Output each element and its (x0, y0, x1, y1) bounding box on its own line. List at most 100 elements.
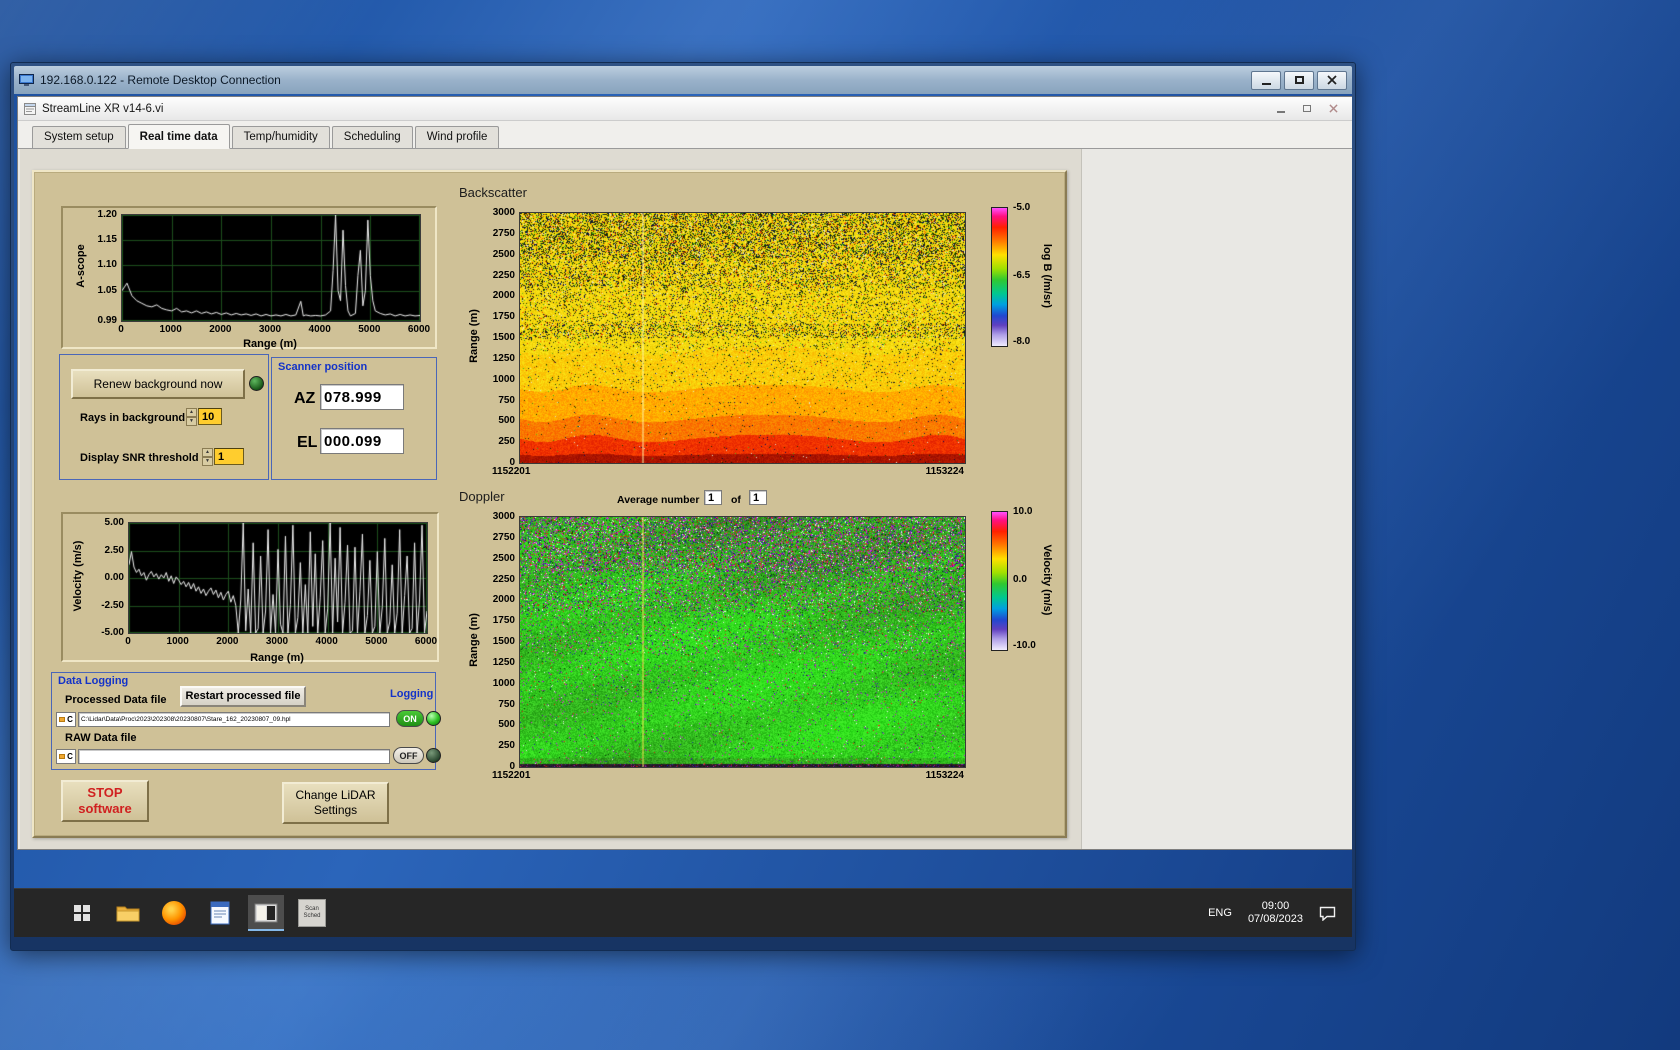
azimuth-label: AZ (294, 390, 315, 408)
text-editor-icon (210, 901, 230, 925)
processed-path-drive-selector[interactable]: C (56, 712, 76, 727)
raw-logging-toggle[interactable]: OFF (393, 747, 424, 764)
tick-label: 750 (473, 395, 515, 406)
file-explorer-button[interactable] (110, 895, 146, 931)
rdp-close-button[interactable] (1317, 71, 1347, 90)
rdp-minimize-button[interactable] (1251, 71, 1281, 90)
raw-logging-led (426, 748, 441, 763)
azimuth-field[interactable] (320, 384, 404, 410)
doppler-colorbar-label: Velocity (m/s) (1041, 480, 1053, 680)
renew-background-button[interactable]: Renew background now (71, 369, 245, 399)
streamline-app-icon (254, 903, 278, 923)
backscatter-colorbar-label: log B (/m/sr) (1041, 176, 1053, 376)
processed-data-file-label: Processed Data file (65, 694, 167, 706)
app-minimize-button[interactable] (1268, 100, 1294, 117)
tick-label: 2000 (207, 636, 247, 647)
scan-scheduler-button[interactable]: ScanSched (294, 895, 330, 931)
tick-label: 1.05 (81, 285, 117, 296)
tick-label: 1000 (473, 374, 515, 385)
tick-label: 1.10 (81, 259, 117, 270)
average-number-label: Average number (617, 494, 699, 506)
tick-label: 3000 (257, 636, 297, 647)
drive-folder-icon (59, 717, 65, 722)
tick-label: 1500 (473, 636, 515, 647)
taskbar-icons: ScanSched (14, 895, 1208, 931)
logging-label: Logging (390, 688, 433, 700)
ascope-x-axis-label: Range (m) (210, 338, 330, 350)
tick-label: 2.50 (88, 545, 124, 556)
tab-system-setup[interactable]: System setup (32, 126, 126, 148)
raw-file-path-field[interactable] (78, 749, 390, 764)
tick-label: 4000 (307, 636, 347, 647)
action-center-icon[interactable] (1319, 906, 1336, 921)
minimize-icon (1277, 111, 1285, 113)
rdp-maximize-button[interactable] (1284, 71, 1314, 90)
data-logging-title: Data Logging (58, 675, 128, 687)
backscatter-title: Backscatter (459, 185, 527, 200)
tick-label: 2750 (473, 228, 515, 239)
start-button[interactable] (64, 895, 100, 931)
background-controls-group: Renew background now Rays in background … (59, 354, 269, 480)
firefox-icon (162, 901, 186, 925)
average-total-field[interactable] (749, 490, 767, 505)
drive-letter: C (67, 752, 73, 761)
app-titlebar[interactable]: StreamLine XR v14-6.vi (18, 97, 1352, 121)
snr-threshold-field[interactable] (214, 448, 244, 465)
tick-label: 5000 (349, 324, 389, 335)
colorbar-tick: -10.0 (1013, 640, 1036, 651)
tick-label: -2.50 (88, 600, 124, 611)
streamline-app-task-button[interactable] (248, 895, 284, 931)
rays-in-background-label: Rays in background (80, 412, 185, 424)
tick-label: 1.15 (81, 234, 117, 245)
tab-temp-humidity[interactable]: Temp/humidity (232, 126, 330, 148)
elevation-field[interactable] (320, 428, 404, 454)
processed-logging-led (426, 711, 441, 726)
labview-front-panel: A-scope Range (m) 1.201.151.101.050.9901… (32, 170, 1067, 838)
change-button-line1: Change LiDAR (295, 788, 375, 803)
text-editor-button[interactable] (202, 895, 238, 931)
tick-label: 2000 (473, 290, 515, 301)
app-client-area: A-scope Range (m) 1.201.151.101.050.9901… (18, 149, 1352, 849)
clock-time: 09:00 (1248, 900, 1303, 913)
tick-label: 2250 (473, 270, 515, 281)
velocity-graph-group: Velocity (m/s) Range (m) 5.002.500.00-2.… (61, 512, 439, 662)
change-button-line2: Settings (295, 803, 375, 818)
average-number-field[interactable] (704, 490, 722, 505)
stop-button-line1: STOP (78, 785, 131, 801)
change-lidar-settings-button[interactable]: Change LiDAR Settings (282, 782, 389, 824)
processed-file-path-field[interactable] (78, 712, 390, 727)
stop-software-button[interactable]: STOP software (61, 780, 149, 822)
snr-spinner[interactable]: ▲▼ (202, 448, 213, 465)
firefox-button[interactable] (156, 895, 192, 931)
clock[interactable]: 09:00 07/08/2023 (1248, 900, 1303, 926)
tick-label: 2750 (473, 532, 515, 543)
velocity-y-axis-label: Velocity (m/s) (72, 526, 84, 626)
clock-date: 07/08/2023 (1248, 913, 1303, 926)
tab-scheduling[interactable]: Scheduling (332, 126, 413, 148)
app-restore-button[interactable] (1294, 100, 1320, 117)
restore-icon (1303, 105, 1311, 112)
rdp-titlebar[interactable]: 192.168.0.122 - Remote Desktop Connectio… (14, 66, 1352, 94)
processed-logging-toggle[interactable]: ON (396, 710, 424, 727)
tick-label: 2000 (200, 324, 240, 335)
tick-label: 4000 (300, 324, 340, 335)
app-vi-icon (24, 103, 36, 115)
tick-label: 1.20 (81, 209, 117, 220)
ascope-graph-group: A-scope Range (m) 1.201.151.101.050.9901… (61, 206, 437, 349)
app-close-button[interactable] (1320, 100, 1346, 117)
of-label: of (731, 494, 741, 506)
tab-real-time-data[interactable]: Real time data (128, 124, 230, 149)
restart-processed-file-button[interactable]: Restart processed file (180, 686, 306, 707)
tab-wind-profile[interactable]: Wind profile (415, 126, 500, 148)
start-icon (73, 904, 91, 922)
tick-label: 250 (473, 436, 515, 447)
tick-label: 6000 (406, 636, 446, 647)
tick-label: 2000 (473, 594, 515, 605)
rays-spinner[interactable]: ▲▼ (186, 408, 197, 425)
language-indicator[interactable]: ENG (1208, 907, 1232, 919)
rays-in-background-field[interactable] (198, 408, 222, 425)
raw-path-drive-selector[interactable]: C (56, 749, 76, 764)
drive-folder-icon (59, 754, 65, 759)
tick-label: 1000 (158, 636, 198, 647)
colorbar-tick: 0.0 (1013, 574, 1027, 585)
